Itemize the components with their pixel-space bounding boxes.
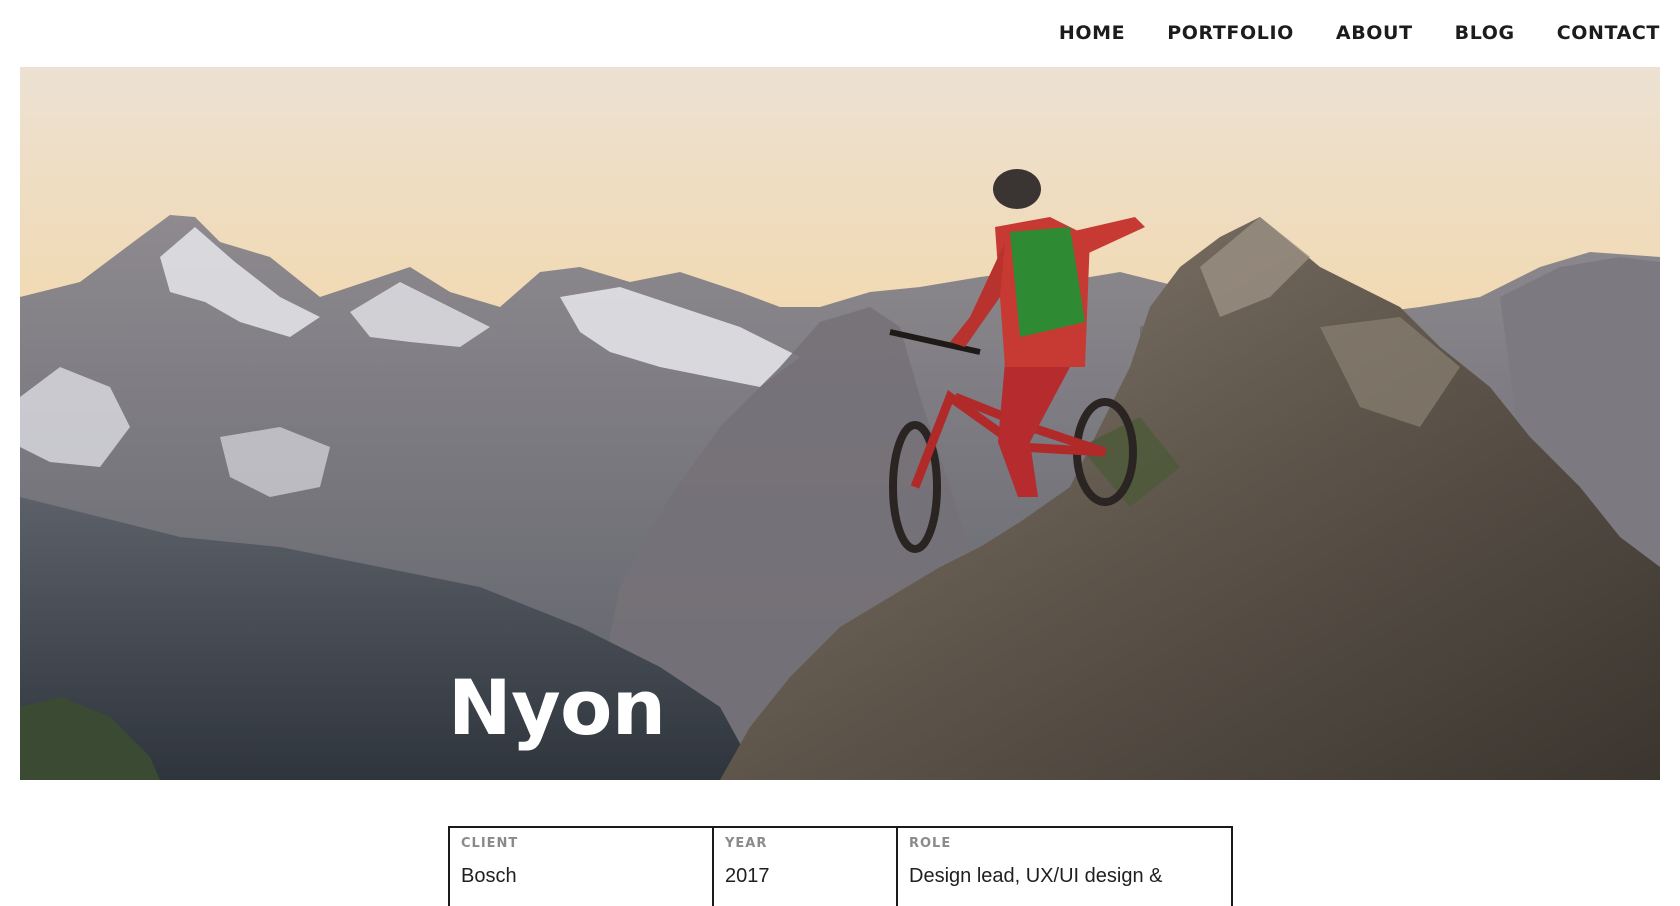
role-label: ROLE (909, 836, 952, 851)
mountain-biker-photo (20, 67, 1660, 780)
nav-link-about[interactable]: ABOUT (1336, 18, 1413, 48)
nav-item-about: ABOUT (1336, 18, 1413, 48)
details-cell-client: CLIENT Bosch (450, 828, 712, 906)
year-value: 2017 (725, 865, 770, 887)
project-details-table: CLIENT Bosch YEAR 2017 ROLE Design lead,… (448, 826, 1233, 906)
main-nav: HOME PORTFOLIO ABOUT BLOG CONTACT (1059, 18, 1660, 48)
client-value: Bosch (461, 865, 517, 887)
nav-link-contact[interactable]: CONTACT (1557, 18, 1660, 48)
role-value: Design lead, UX/UI design & (909, 865, 1163, 887)
nav-link-home[interactable]: HOME (1059, 18, 1125, 48)
details-cell-role: ROLE Design lead, UX/UI design & (896, 828, 1231, 906)
client-label: CLIENT (461, 836, 519, 851)
nav-link-portfolio[interactable]: PORTFOLIO (1167, 18, 1294, 48)
hero-section: Nyon (20, 67, 1660, 780)
site-header: HOME PORTFOLIO ABOUT BLOG CONTACT (0, 0, 1680, 67)
nav-item-blog: BLOG (1455, 18, 1515, 48)
nav-item-home: HOME (1059, 18, 1125, 48)
nav-link-blog[interactable]: BLOG (1455, 18, 1515, 48)
project-title: Nyon (448, 663, 666, 752)
year-label: YEAR (725, 836, 768, 851)
nav-item-contact: CONTACT (1557, 18, 1660, 48)
nav-item-portfolio: PORTFOLIO (1167, 18, 1294, 48)
details-cell-year: YEAR 2017 (712, 828, 896, 906)
